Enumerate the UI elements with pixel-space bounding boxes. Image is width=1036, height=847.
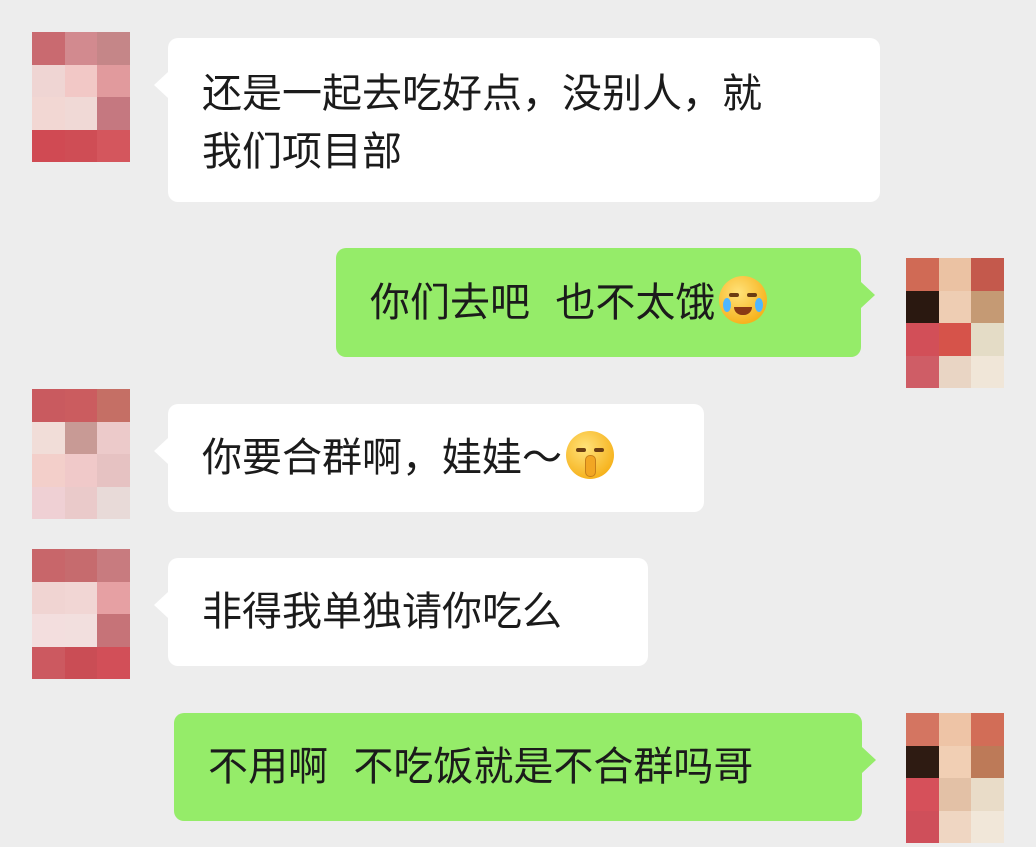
bubble-tail — [861, 282, 875, 308]
avatar-pixel — [32, 581, 65, 614]
avatar-pixel — [97, 129, 130, 162]
avatar-pixel — [32, 646, 65, 679]
avatar-pixel — [32, 421, 65, 454]
avatar-pixel — [97, 64, 130, 97]
avatar-pixel — [938, 355, 972, 388]
avatar-pixel — [32, 64, 65, 97]
avatar-pixel — [97, 454, 130, 487]
avatar-pixel — [971, 258, 1004, 291]
avatar-pixel — [64, 64, 98, 97]
self-avatar[interactable] — [906, 258, 1004, 388]
contact-avatar[interactable] — [32, 389, 130, 519]
avatar-pixel — [906, 290, 939, 323]
avatar-pixel — [64, 97, 98, 130]
contact-avatar[interactable] — [32, 32, 130, 162]
avatar-pixel — [64, 129, 98, 162]
avatar-pixel — [32, 389, 65, 422]
avatar-pixel — [64, 486, 98, 519]
avatar-pixel — [64, 389, 98, 422]
avatar-pixel — [64, 646, 98, 679]
avatar-pixel — [906, 323, 939, 356]
avatar-pixel — [32, 129, 65, 162]
message-text: 你要合群啊，娃娃～ — [202, 435, 562, 481]
avatar-pixel — [97, 549, 130, 582]
avatar-pixel — [906, 778, 939, 811]
bubble-tail — [154, 592, 168, 618]
avatar-pixel — [971, 355, 1004, 388]
avatar-pixel — [32, 614, 65, 647]
avatar-pixel — [971, 778, 1004, 811]
message-bubble-outgoing[interactable]: 不用啊 不吃饭就是不合群吗哥 — [174, 713, 876, 821]
avatar-pixel — [906, 258, 939, 291]
avatar-pixel — [64, 32, 98, 65]
avatar-pixel — [32, 549, 65, 582]
avatar-pixel — [64, 614, 98, 647]
avatar-pixel — [938, 323, 972, 356]
message-text: 不用啊 不吃饭就是不合群吗哥 — [208, 744, 754, 790]
avatar-pixel — [906, 810, 939, 843]
message-text: 非得我单独请你吃么 — [202, 589, 562, 635]
avatar-pixel — [971, 810, 1004, 843]
avatar-pixel — [97, 421, 130, 454]
avatar-pixel — [906, 745, 939, 778]
avatar-pixel — [97, 614, 130, 647]
avatar-pixel — [64, 454, 98, 487]
shushing-face-icon — [566, 431, 614, 479]
avatar-pixel — [32, 32, 65, 65]
message-bubble-incoming[interactable]: 还是一起去吃好点，没别人，就 我们项目部 — [154, 38, 880, 202]
avatar-pixel — [64, 549, 98, 582]
contact-avatar[interactable] — [32, 549, 130, 679]
message-bubble-incoming[interactable]: 非得我单独请你吃么 — [154, 558, 648, 666]
self-avatar[interactable] — [906, 713, 1004, 843]
avatar-pixel — [938, 778, 972, 811]
bubble-tail — [154, 438, 168, 464]
loudly-crying-face-icon — [719, 276, 768, 324]
avatar-pixel — [938, 713, 972, 746]
avatar-pixel — [938, 290, 972, 323]
avatar-pixel — [906, 713, 939, 746]
avatar-pixel — [64, 421, 98, 454]
avatar-pixel — [906, 355, 939, 388]
avatar-pixel — [938, 258, 972, 291]
avatar-pixel — [97, 581, 130, 614]
avatar-pixel — [97, 486, 130, 519]
avatar-pixel — [32, 486, 65, 519]
avatar-pixel — [971, 290, 1004, 323]
avatar-pixel — [97, 97, 130, 130]
avatar-pixel — [97, 389, 130, 422]
bubble-tail — [154, 72, 168, 98]
avatar-pixel — [971, 323, 1004, 356]
avatar-pixel — [32, 97, 65, 130]
avatar-pixel — [32, 454, 65, 487]
avatar-pixel — [971, 745, 1004, 778]
message-bubble-outgoing[interactable]: 你们去吧 也不太饿 — [336, 248, 875, 357]
avatar-pixel — [971, 713, 1004, 746]
avatar-pixel — [938, 745, 972, 778]
message-text: 你们去吧 也不太饿 — [370, 280, 716, 326]
avatar-pixel — [64, 581, 98, 614]
message-bubble-incoming[interactable]: 你要合群啊，娃娃～ — [154, 404, 704, 512]
message-text-line: 我们项目部 — [202, 129, 402, 175]
avatar-pixel — [97, 32, 130, 65]
message-text-line: 还是一起去吃好点，没别人，就 — [202, 71, 762, 117]
bubble-tail — [862, 747, 876, 773]
avatar-pixel — [97, 646, 130, 679]
avatar-pixel — [938, 810, 972, 843]
